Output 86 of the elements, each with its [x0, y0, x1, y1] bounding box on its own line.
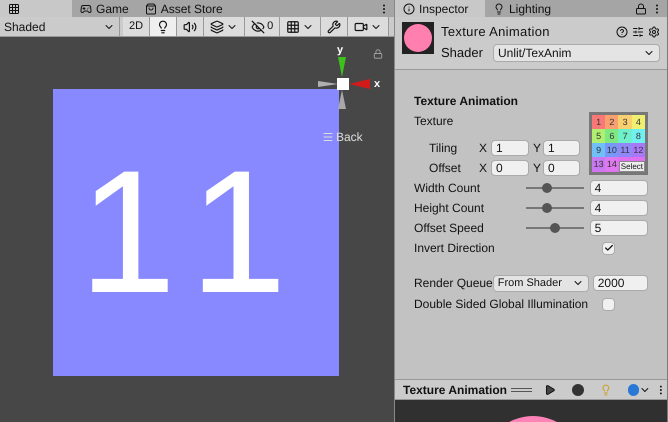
- checkbox[interactable]: [602, 242, 615, 254]
- property-label: Width Count: [414, 180, 482, 197]
- menu-icon: [322, 131, 334, 143]
- property-label: Render Queue: [414, 275, 493, 292]
- select-button[interactable]: Select: [618, 161, 645, 172]
- settings-icon[interactable]: [648, 26, 660, 38]
- panel-tab[interactable]: Lighting: [485, 0, 575, 17]
- shader-label: Shader: [441, 44, 484, 62]
- toolbar-button[interactable]: [177, 17, 204, 36]
- bag-icon: [144, 2, 157, 14]
- grid-number: 8: [632, 129, 645, 143]
- input-field[interactable]: 1: [491, 140, 529, 156]
- grid-number: 14: [605, 157, 618, 171]
- toolbar-button[interactable]: [348, 17, 390, 36]
- property-label: Offset Speed: [414, 220, 485, 237]
- lock-icon[interactable]: [373, 49, 383, 59]
- input-field[interactable]: 4: [590, 180, 648, 196]
- slider-thumb[interactable]: [550, 223, 560, 233]
- panel-tab[interactable]: [0, 0, 72, 17]
- quad-number: 11: [78, 145, 314, 320]
- grid-number: 6: [605, 129, 618, 143]
- queue-dropdown[interactable]: From Shader: [492, 274, 589, 292]
- grid-number: 2: [605, 115, 618, 129]
- slider-thumb[interactable]: [542, 203, 552, 213]
- property-label: Texture: [414, 113, 454, 130]
- property-label: Tiling: [428, 140, 458, 157]
- input-field[interactable]: 4: [590, 200, 648, 216]
- grid-number: 4: [632, 115, 645, 129]
- toolbar-button[interactable]: [280, 17, 322, 36]
- grid-icon: [8, 2, 20, 14]
- input-field[interactable]: 0: [543, 160, 580, 176]
- property-label: Double Sided Global Illumination: [414, 296, 590, 313]
- grid-icon: [286, 20, 300, 34]
- grid-number: 3: [618, 115, 632, 129]
- play-icon[interactable]: [544, 384, 556, 396]
- toolbar-button[interactable]: [150, 17, 178, 36]
- property-label: Height Count: [414, 200, 486, 217]
- toolbar-button[interactable]: 0: [245, 17, 280, 36]
- preview-title: Texture Animation: [402, 382, 508, 398]
- toolbar-button[interactable]: [204, 17, 246, 36]
- property-label: Offset: [428, 160, 462, 177]
- material-sphere-icon: [402, 22, 434, 54]
- panel-tab[interactable]: Asset Store: [136, 0, 231, 17]
- wrench-icon: [327, 20, 342, 34]
- section-title: Texture Animation: [414, 93, 520, 110]
- texture-thumbnail[interactable]: 1 2 3 4 5 6 7 8 9 10 11 12 13 14 Select: [588, 112, 648, 175]
- property-label: Invert Direction: [414, 240, 496, 257]
- grid-number: 9: [592, 143, 606, 157]
- slider-thumb[interactable]: [542, 183, 552, 193]
- shading-dropdown[interactable]: Shaded: [0, 17, 120, 36]
- axis-gizmo-drawing: [318, 57, 370, 109]
- material-name: Texture Animation: [441, 23, 551, 42]
- axis-label: X: [479, 160, 488, 177]
- toolbar-button[interactable]: 2D: [123, 17, 150, 36]
- grid-number: 11: [618, 143, 632, 157]
- sliders-icon[interactable]: [632, 26, 644, 38]
- drag-handle-icon[interactable]: [510, 388, 532, 392]
- grid-number: 13: [592, 157, 606, 171]
- grid-number: 10: [605, 143, 618, 157]
- input-field[interactable]: 5: [590, 220, 648, 236]
- axis-label: Y: [532, 140, 542, 157]
- help-icon[interactable]: [616, 26, 628, 38]
- grid-number: 12: [632, 143, 645, 157]
- panel-tab[interactable]: Inspector: [395, 0, 485, 17]
- checkbox[interactable]: [602, 298, 615, 310]
- panel-tab[interactable]: Game: [72, 0, 137, 17]
- grid-number: 7: [618, 129, 632, 143]
- input-field[interactable]: 1: [543, 140, 580, 156]
- axis-label: Y: [532, 160, 542, 177]
- shader-dropdown[interactable]: Unlit/TexAnim: [493, 44, 660, 62]
- gamepad-icon: [80, 2, 92, 14]
- axis-label: x: [374, 79, 380, 90]
- speaker-icon: [183, 20, 198, 34]
- check-icon: [604, 243, 614, 253]
- lock-icon[interactable]: [635, 3, 647, 15]
- eye-off-icon: [251, 20, 266, 34]
- toolbar-button[interactable]: [321, 17, 348, 36]
- input-field[interactable]: 0: [491, 160, 529, 176]
- axis-label: y: [337, 45, 344, 56]
- grid-number: 5: [592, 129, 606, 143]
- info-icon: [403, 2, 415, 14]
- grid-number: 1: [592, 115, 606, 129]
- lightbulb-icon: [493, 2, 505, 14]
- layers-icon: [210, 20, 224, 34]
- input-field[interactable]: 2000: [592, 275, 648, 291]
- axis-label: X: [479, 140, 488, 157]
